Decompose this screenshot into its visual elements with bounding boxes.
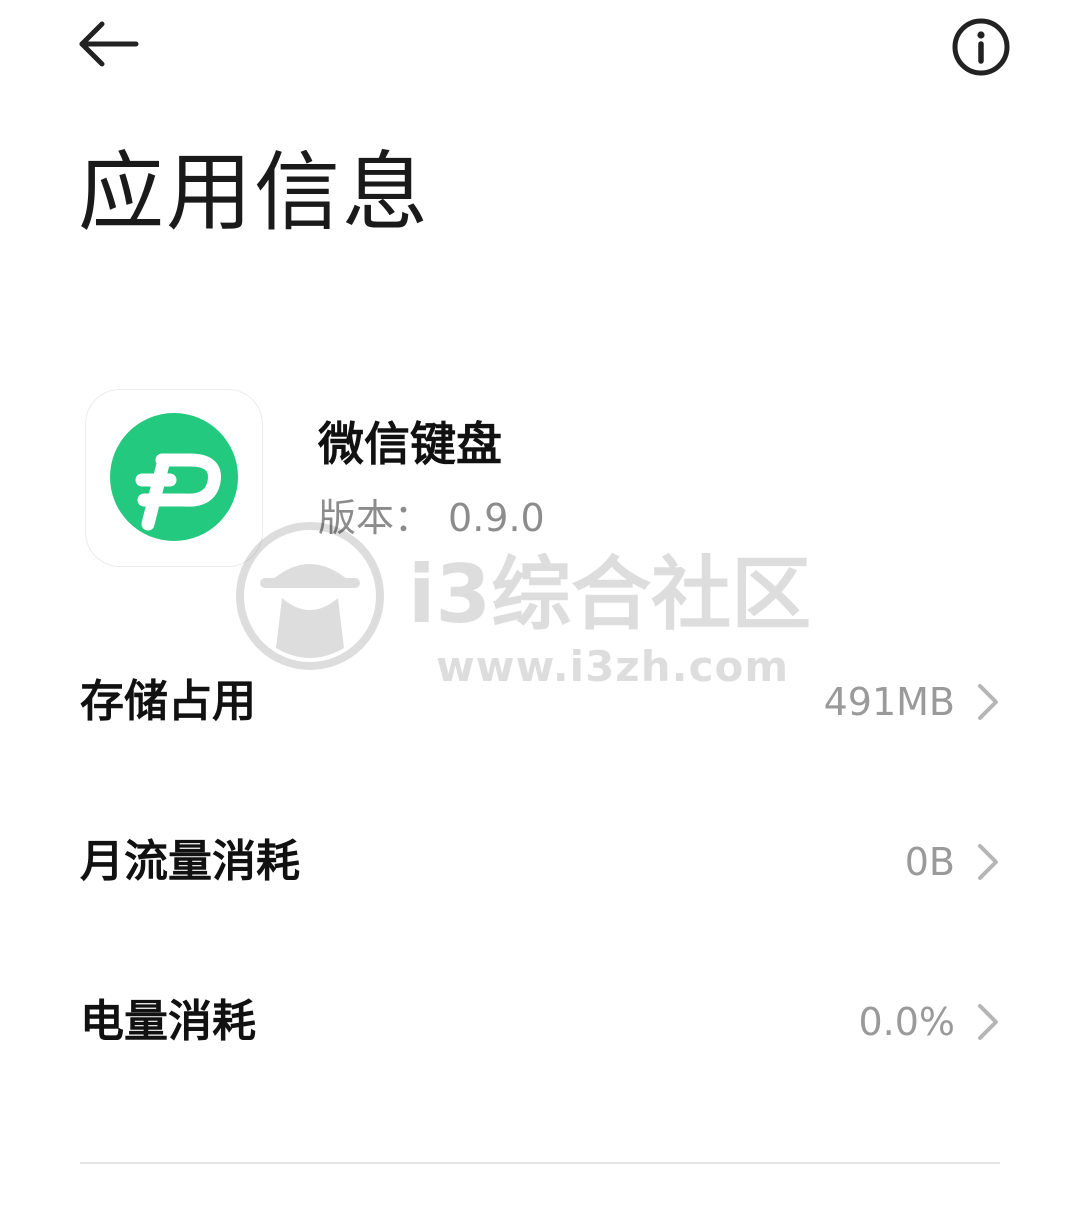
row-value: 491MB	[823, 680, 955, 724]
version-label: 版本：	[318, 496, 433, 540]
row-storage[interactable]: 存储占用 491MB	[0, 622, 1075, 782]
back-button[interactable]	[72, 18, 144, 70]
app-version: 版本： 0.9.0	[318, 492, 545, 544]
chevron-right-icon	[978, 1004, 998, 1040]
wechat-keyboard-logo-icon	[110, 413, 238, 541]
version-value: 0.9.0	[448, 496, 545, 540]
info-button[interactable]	[950, 16, 1012, 78]
row-data-usage[interactable]: 月流量消耗 0B	[0, 782, 1075, 942]
row-label: 电量消耗	[80, 996, 256, 1047]
page-title: 应用信息	[78, 143, 430, 243]
chevron-right-icon	[978, 684, 998, 720]
row-label: 月流量消耗	[80, 836, 300, 887]
settings-list: 存储占用 491MB 月流量消耗 0B 电量消耗 0.0%	[0, 622, 1075, 1102]
row-label: 存储占用	[80, 676, 256, 727]
divider	[80, 1162, 1000, 1164]
chevron-right-icon	[978, 844, 998, 880]
arrow-left-icon	[79, 21, 139, 67]
row-value: 0.0%	[858, 1000, 955, 1044]
app-icon	[86, 390, 262, 566]
row-value: 0B	[904, 840, 955, 884]
app-name: 微信键盘	[318, 417, 502, 471]
row-battery[interactable]: 电量消耗 0.0%	[0, 942, 1075, 1102]
top-bar	[0, 0, 1075, 100]
info-circle-icon	[952, 18, 1010, 76]
